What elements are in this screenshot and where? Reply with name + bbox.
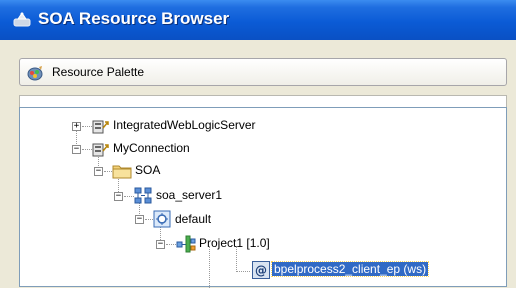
tree-node-soa-server1[interactable]: soa_server1	[156, 188, 222, 202]
svg-text:@: @	[255, 264, 267, 278]
soa-browser-icon	[12, 10, 32, 32]
tree-connector	[236, 271, 250, 272]
collapse-toggle[interactable]: −	[135, 215, 144, 224]
tree-node-soa[interactable]: SOA	[135, 163, 160, 177]
tree-node-integratedweblogicserver[interactable]: IntegratedWebLogicServer	[113, 118, 256, 132]
tree-node-project1[interactable]: Project1 [1.0]	[199, 236, 270, 250]
collapse-toggle[interactable]: −	[156, 240, 165, 249]
server-connection-icon	[92, 118, 110, 139]
resource-tree[interactable]: + IntegratedWebLogicServer − MyConnectio…	[19, 107, 507, 288]
collapse-toggle[interactable]: −	[94, 167, 103, 176]
resource-palette-button[interactable]: Resource Palette	[19, 58, 507, 86]
palette-toolbar-strip	[19, 95, 507, 107]
server-connection-icon	[92, 141, 110, 162]
resource-palette-label: Resource Palette	[52, 65, 145, 79]
web-service-endpoint-icon: @	[252, 261, 270, 283]
resource-palette-icon	[26, 65, 44, 85]
tree-node-default[interactable]: default	[175, 212, 211, 226]
tree-node-bpelprocess2-client-ep[interactable]: bpelprocess2_client_ep (ws)	[270, 261, 430, 277]
collapse-toggle[interactable]: −	[72, 145, 81, 154]
folder-icon	[112, 163, 132, 183]
partition-icon	[153, 210, 171, 232]
composite-icon	[176, 235, 196, 257]
title-bar: SOA Resource Browser	[0, 0, 516, 40]
window-title: SOA Resource Browser	[38, 9, 230, 28]
collapse-toggle[interactable]: −	[114, 192, 123, 201]
expand-toggle[interactable]: +	[72, 122, 81, 131]
tree-connector	[209, 246, 210, 288]
tree-node-myconnection[interactable]: MyConnection	[113, 141, 190, 155]
soa-server-icon	[133, 187, 153, 209]
